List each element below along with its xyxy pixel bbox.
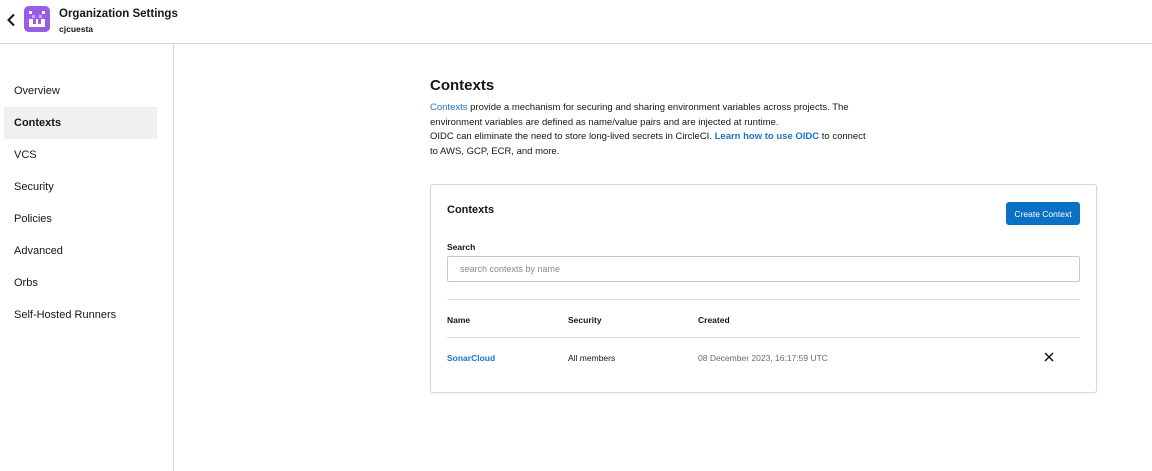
sidebar-item-security[interactable]: Security (4, 171, 157, 203)
page-title: Organization Settings (59, 8, 178, 20)
oidc-docs-link[interactable]: Learn how to use OIDC (715, 131, 820, 142)
context-created: 08 December 2023, 16:17:59 UTC (698, 353, 828, 363)
sidebar-item-policies[interactable]: Policies (4, 203, 157, 235)
context-security: All members (568, 353, 616, 363)
description-text-2: OIDC can eliminate the need to store lon… (430, 131, 715, 142)
column-header-created: Created (698, 315, 730, 325)
top-bar: Organization Settings cjcuesta (0, 0, 1152, 44)
card-title: Contexts (447, 204, 495, 216)
settings-sidebar: Overview Contexts VCS Security Policies … (0, 44, 174, 471)
back-button[interactable] (4, 10, 18, 30)
org-avatar (24, 6, 50, 32)
column-header-name: Name (447, 315, 471, 325)
sidebar-item-advanced[interactable]: Advanced (4, 235, 157, 267)
sidebar-item-vcs[interactable]: VCS (4, 139, 157, 171)
delete-context-button[interactable] (1042, 350, 1056, 364)
org-logo-icon (24, 6, 50, 32)
description-text-1: provide a mechanism for securing and sha… (430, 102, 849, 128)
sidebar-item-self-hosted-runners[interactable]: Self-Hosted Runners (4, 299, 157, 331)
divider (447, 299, 1080, 300)
sidebar-item-contexts[interactable]: Contexts (4, 107, 157, 139)
close-icon (1044, 352, 1054, 362)
sidebar-item-orbs[interactable]: Orbs (4, 267, 157, 299)
context-name-link[interactable]: SonarCloud (447, 353, 495, 363)
section-description: Contexts provide a mechanism for securin… (430, 101, 870, 159)
section-title: Contexts (430, 77, 495, 94)
contexts-docs-link[interactable]: Contexts (430, 102, 468, 113)
search-label: Search (447, 242, 476, 252)
org-name: cjcuesta (59, 24, 94, 34)
divider (447, 337, 1080, 338)
sidebar-item-overview[interactable]: Overview (4, 75, 157, 107)
contexts-card: Contexts Create Context Search Name Secu… (430, 184, 1097, 393)
search-input[interactable] (447, 256, 1080, 282)
chevron-left-icon (7, 13, 15, 27)
create-context-button[interactable]: Create Context (1006, 202, 1080, 225)
column-header-security: Security (568, 315, 602, 325)
